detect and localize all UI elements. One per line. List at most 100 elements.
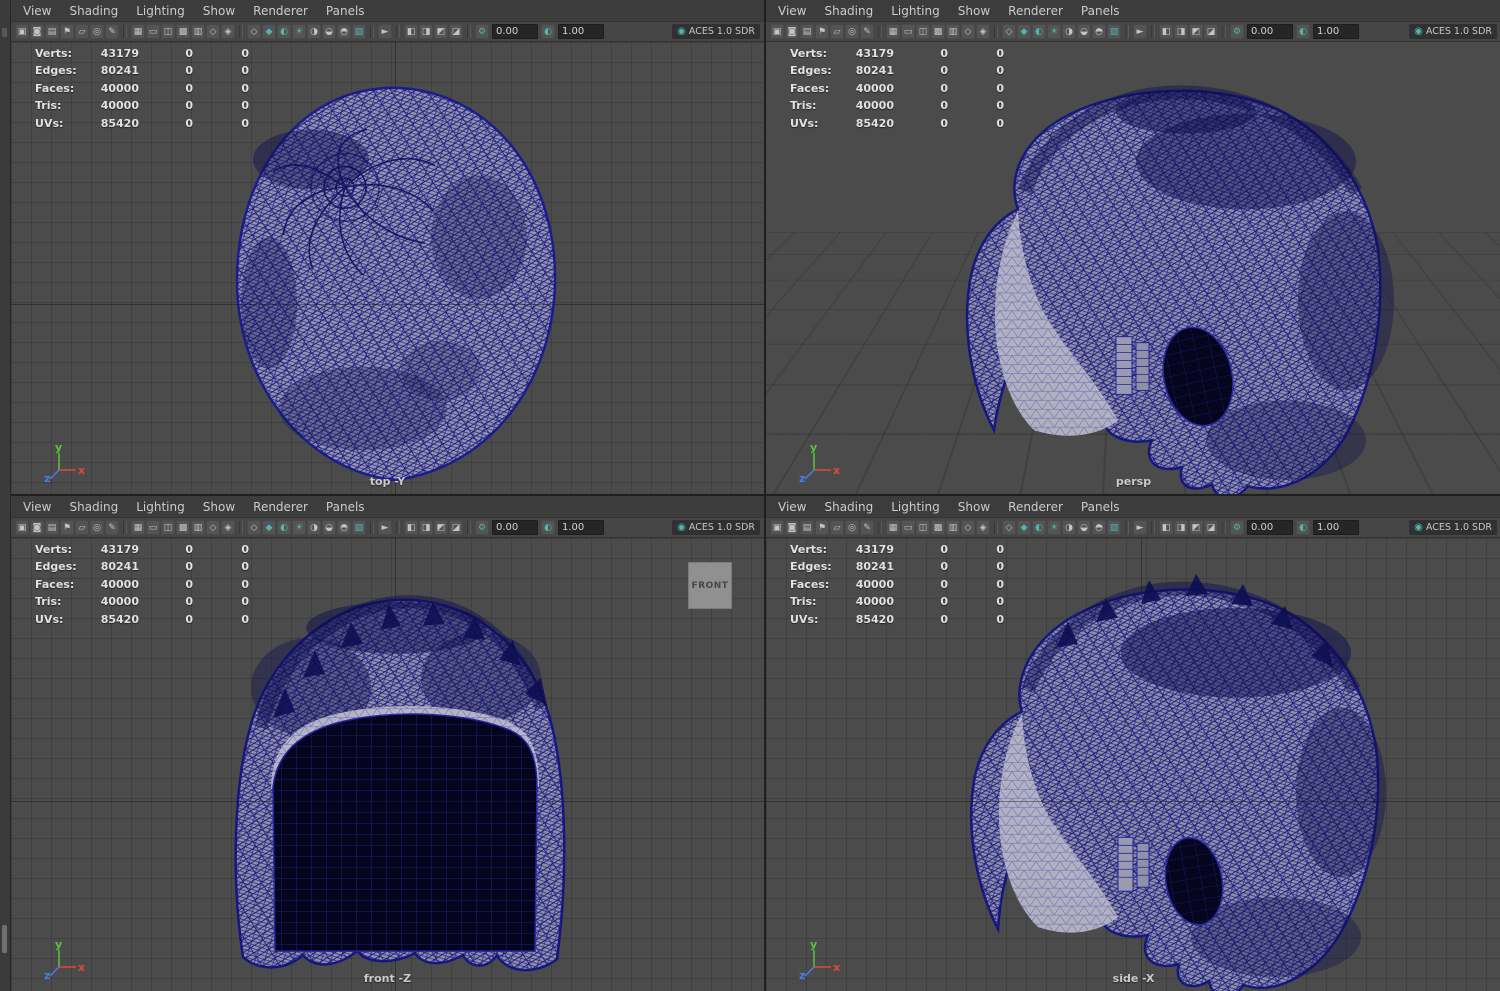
field-chart-icon[interactable]: ▥ [946, 520, 960, 535]
exposure-field[interactable]: 0.00 [1247, 520, 1293, 535]
view-transform-chip[interactable]: ◉ ACES 1.0 SDR [1409, 520, 1497, 535]
gamma-field[interactable]: 1.00 [1313, 520, 1359, 535]
xray-icon[interactable]: ◧ [1159, 520, 1173, 535]
menu-panels[interactable]: Panels [326, 4, 365, 18]
backface-culling-icon[interactable]: ◩ [434, 24, 448, 39]
camera-attributes-icon[interactable]: ▤ [800, 24, 814, 39]
menu-show[interactable]: Show [958, 4, 990, 18]
menu-lighting[interactable]: Lighting [891, 4, 940, 18]
safe-title-icon[interactable]: ◈ [221, 520, 235, 535]
anti-alias-icon[interactable]: ▨ [1107, 520, 1121, 535]
gamma-icon[interactable]: ◐ [1296, 24, 1310, 39]
gate-mask-icon[interactable]: ▩ [931, 520, 945, 535]
shadows-icon[interactable]: ◑ [1062, 520, 1076, 535]
textured-icon[interactable]: ◐ [277, 520, 291, 535]
menu-shading[interactable]: Shading [69, 4, 118, 18]
grid-icon[interactable]: ▦ [131, 520, 145, 535]
xray-icon[interactable]: ◧ [1159, 24, 1173, 39]
motion-blur-icon[interactable]: ◓ [337, 24, 351, 39]
exposure-field[interactable]: 0.00 [492, 24, 538, 39]
resolution-gate-icon[interactable]: ◫ [161, 24, 175, 39]
bookmark-icon[interactable]: ⚑ [815, 520, 829, 535]
menu-panels[interactable]: Panels [326, 500, 365, 514]
anti-alias-icon[interactable]: ▨ [352, 24, 366, 39]
display-settings-icon[interactable]: ⚙ [1230, 520, 1244, 535]
menu-lighting[interactable]: Lighting [136, 4, 185, 18]
camera-lock-icon[interactable]: ◙ [785, 24, 799, 39]
shadows-icon[interactable]: ◑ [307, 24, 321, 39]
pan-zoom-icon[interactable]: ◎ [845, 24, 859, 39]
field-chart-icon[interactable]: ▥ [946, 24, 960, 39]
shaded-icon[interactable]: ◆ [262, 24, 276, 39]
gamma-icon[interactable]: ◐ [1296, 520, 1310, 535]
grease-pencil-icon[interactable]: ✎ [860, 24, 874, 39]
menu-show[interactable]: Show [958, 500, 990, 514]
pan-zoom-icon[interactable]: ◎ [90, 24, 104, 39]
grid-icon[interactable]: ▦ [886, 520, 900, 535]
backface-culling-icon[interactable]: ◩ [1189, 24, 1203, 39]
resolution-gate-icon[interactable]: ◫ [916, 520, 930, 535]
camera-select-icon[interactable]: ▣ [770, 520, 784, 535]
display-settings-icon[interactable]: ⚙ [475, 520, 489, 535]
menu-panels[interactable]: Panels [1081, 4, 1120, 18]
camera-attributes-icon[interactable]: ▤ [45, 24, 59, 39]
grease-pencil-icon[interactable]: ✎ [860, 520, 874, 535]
bookmark-icon[interactable]: ⚑ [815, 24, 829, 39]
grease-pencil-icon[interactable]: ✎ [105, 24, 119, 39]
lights-icon[interactable]: ☀ [292, 24, 306, 39]
motion-blur-icon[interactable]: ◓ [337, 520, 351, 535]
menu-shading[interactable]: Shading [824, 500, 873, 514]
safe-action-icon[interactable]: ◇ [206, 520, 220, 535]
menu-view[interactable]: View [778, 4, 806, 18]
textured-icon[interactable]: ◐ [277, 24, 291, 39]
wire-on-shaded-icon[interactable]: ◪ [449, 520, 463, 535]
safe-action-icon[interactable]: ◇ [961, 520, 975, 535]
field-chart-icon[interactable]: ▥ [191, 520, 205, 535]
gamma-icon[interactable]: ◐ [541, 24, 555, 39]
shaded-icon[interactable]: ◆ [262, 520, 276, 535]
menu-show[interactable]: Show [203, 500, 235, 514]
pan-zoom-icon[interactable]: ◎ [90, 520, 104, 535]
shadows-icon[interactable]: ◑ [307, 520, 321, 535]
menu-view[interactable]: View [23, 4, 51, 18]
isolate-select-icon[interactable]: ► [1133, 24, 1147, 39]
isolate-select-icon[interactable]: ► [378, 520, 392, 535]
bookmark-icon[interactable]: ⚑ [60, 520, 74, 535]
view-transform-chip[interactable]: ◉ ACES 1.0 SDR [1409, 24, 1497, 39]
camera-select-icon[interactable]: ▣ [770, 24, 784, 39]
view-transform-chip[interactable]: ◉ ACES 1.0 SDR [672, 520, 760, 535]
film-gate-icon[interactable]: ▭ [146, 24, 160, 39]
panel-resize-handle[interactable] [2, 925, 7, 953]
strip-toggle-icon[interactable] [2, 28, 7, 37]
menu-lighting[interactable]: Lighting [891, 500, 940, 514]
display-settings-icon[interactable]: ⚙ [475, 24, 489, 39]
gamma-field[interactable]: 1.00 [1313, 24, 1359, 39]
view-transform-chip[interactable]: ◉ ACES 1.0 SDR [672, 24, 760, 39]
wireframe-icon[interactable]: ◇ [247, 24, 261, 39]
xray-joints-icon[interactable]: ◨ [1174, 520, 1188, 535]
xray-joints-icon[interactable]: ◨ [419, 520, 433, 535]
viewport-canvas-top[interactable]: Verts: 43179 0 0 Edges: 80241 0 0 Faces: 40000 0 0 T… [11, 42, 764, 494]
textured-icon[interactable]: ◐ [1032, 520, 1046, 535]
camera-select-icon[interactable]: ▣ [15, 520, 29, 535]
gate-mask-icon[interactable]: ▩ [931, 24, 945, 39]
image-plane-icon[interactable]: ▱ [75, 24, 89, 39]
shaded-icon[interactable]: ◆ [1017, 520, 1031, 535]
image-plane-badge[interactable]: FRONT [688, 562, 732, 609]
safe-action-icon[interactable]: ◇ [206, 24, 220, 39]
film-gate-icon[interactable]: ▭ [901, 24, 915, 39]
pan-zoom-icon[interactable]: ◎ [845, 520, 859, 535]
wireframe-icon[interactable]: ◇ [1002, 24, 1016, 39]
isolate-select-icon[interactable]: ► [1133, 520, 1147, 535]
image-plane-icon[interactable]: ▱ [75, 520, 89, 535]
ambient-occlusion-icon[interactable]: ◒ [322, 24, 336, 39]
safe-title-icon[interactable]: ◈ [976, 24, 990, 39]
lights-icon[interactable]: ☀ [292, 520, 306, 535]
gate-mask-icon[interactable]: ▩ [176, 24, 190, 39]
gamma-field[interactable]: 1.00 [558, 24, 604, 39]
anti-alias-icon[interactable]: ▨ [1107, 24, 1121, 39]
menu-show[interactable]: Show [203, 4, 235, 18]
camera-attributes-icon[interactable]: ▤ [800, 520, 814, 535]
menu-shading[interactable]: Shading [824, 4, 873, 18]
xray-icon[interactable]: ◧ [404, 520, 418, 535]
